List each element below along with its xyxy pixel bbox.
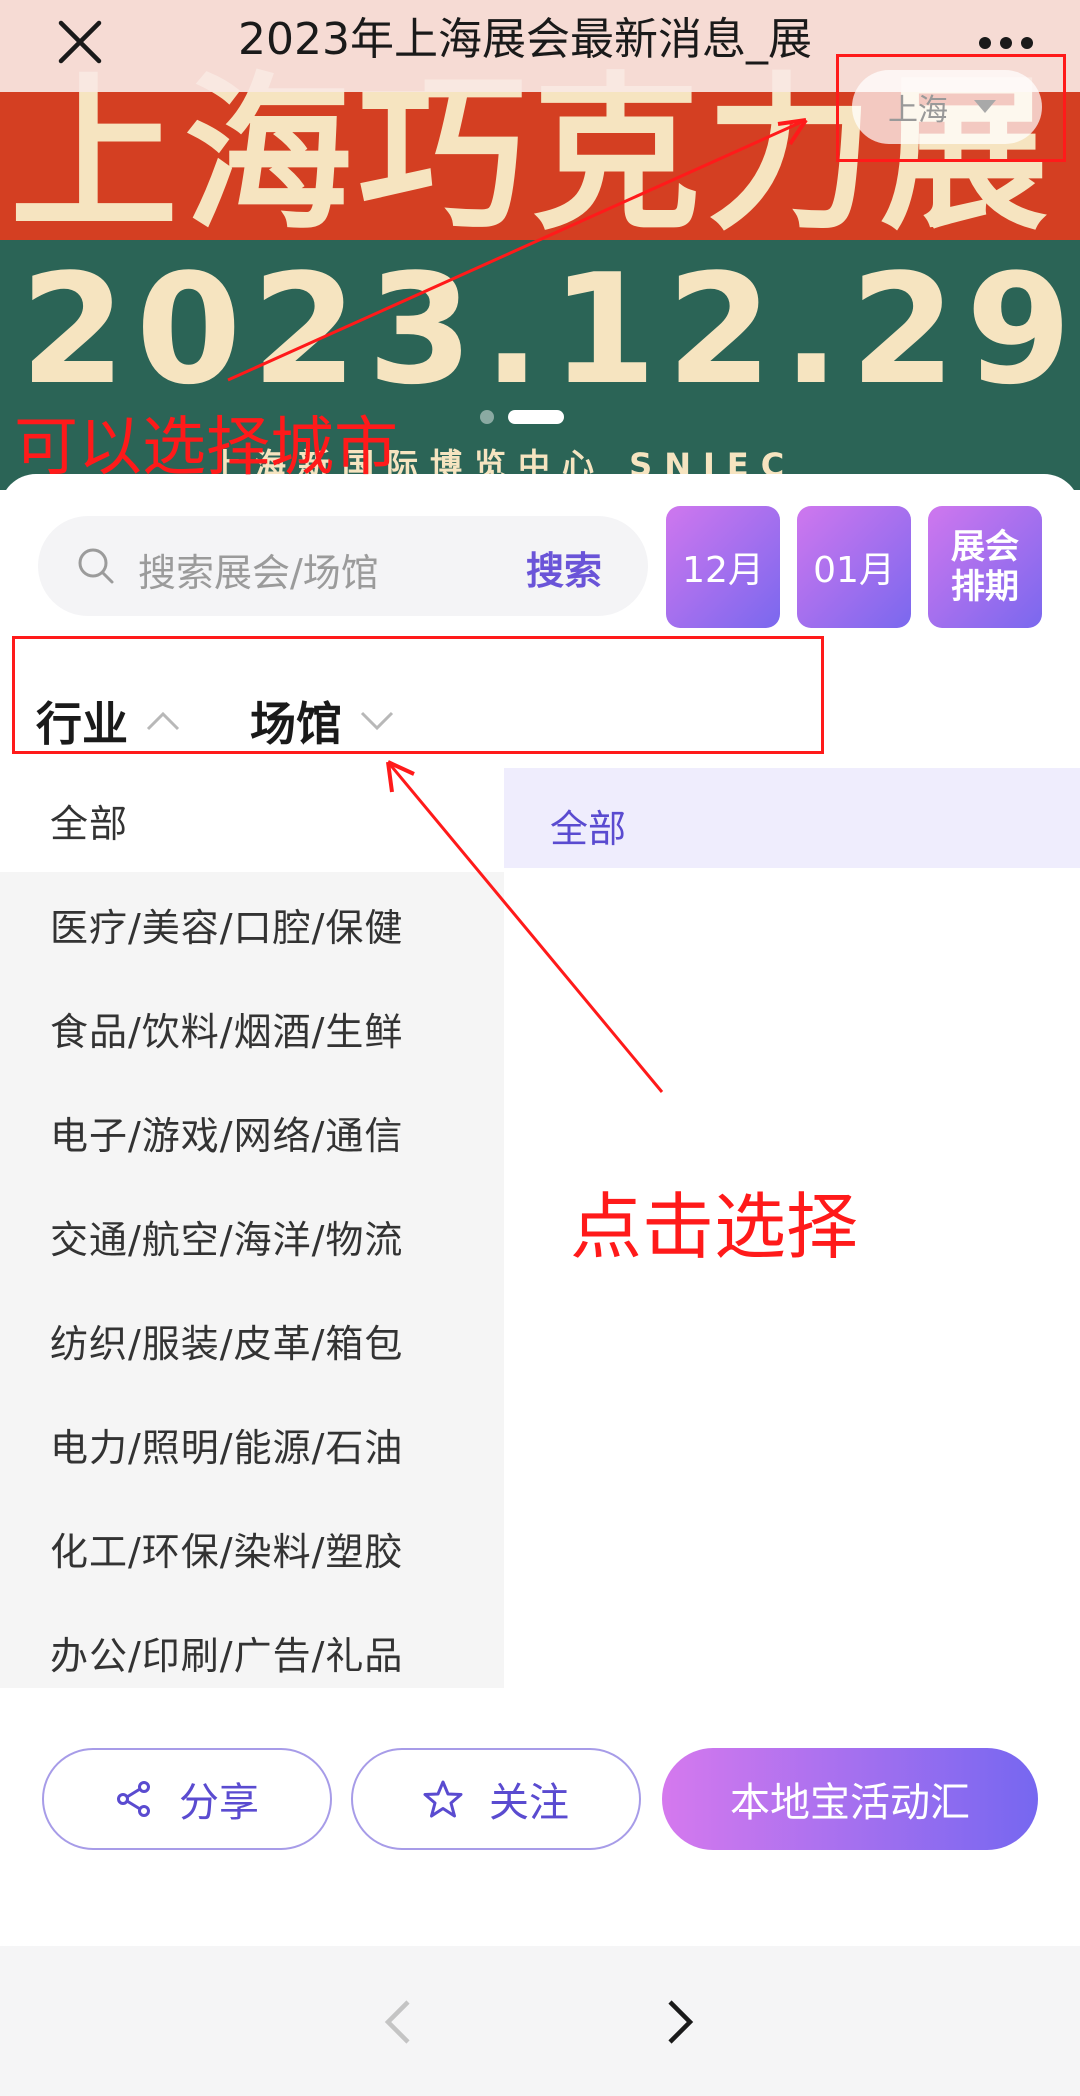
industry-item[interactable]: 食品/饮料/烟酒/生鲜 <box>0 976 504 1080</box>
carousel-dot-active[interactable] <box>508 410 564 424</box>
banner-date: 2023.12.29~31 <box>20 241 1080 418</box>
close-icon[interactable] <box>50 12 110 72</box>
local-events-button[interactable]: 本地宝活动汇 <box>662 1748 1038 1850</box>
follow-button[interactable]: 关注 <box>351 1748 641 1850</box>
star-icon <box>423 1780 463 1818</box>
share-icon <box>117 1781 150 1817</box>
carousel-dots <box>480 410 564 424</box>
industry-list: 全部 医疗/美容/口腔/保健 食品/饮料/烟酒/生鲜 电子/游戏/网络/通信 交… <box>0 768 504 1688</box>
search-input[interactable]: 搜索展会/场馆 <box>138 542 379 597</box>
schedule-label-2: 排期 <box>951 567 1019 607</box>
annotation-click-hint: 点击选择 <box>570 1185 859 1269</box>
industry-item[interactable]: 纺织/服装/皮革/箱包 <box>0 1288 504 1392</box>
subcategory-item-selected[interactable]: 全部 <box>504 768 1080 868</box>
annotation-city-hint: 可以选择城市 <box>14 411 398 485</box>
industry-item-all[interactable]: 全部 <box>0 768 504 872</box>
page-title: 2023年上海展会最新消息_展 <box>238 14 812 65</box>
carousel-dot[interactable] <box>480 410 494 424</box>
month-chip-jan[interactable]: 01月 <box>797 506 911 628</box>
industry-item[interactable]: 电力/照明/能源/石油 <box>0 1392 504 1496</box>
schedule-button[interactable]: 展会 排期 <box>928 506 1042 628</box>
share-button[interactable]: 分享 <box>42 1748 332 1850</box>
search-button[interactable]: 搜索 <box>526 540 602 595</box>
follow-label: 关注 <box>489 1780 569 1826</box>
industry-item[interactable]: 医疗/美容/口腔/保健 <box>0 872 504 976</box>
browser-footer <box>0 1946 1080 2096</box>
back-arrow-icon[interactable] <box>378 1998 418 2050</box>
month-chip-dec[interactable]: 12月 <box>666 506 780 628</box>
annotation-box-filters <box>12 636 824 754</box>
industry-item[interactable]: 电子/游戏/网络/通信 <box>0 1080 504 1184</box>
industry-item[interactable]: 化工/环保/染料/塑胶 <box>0 1496 504 1600</box>
industry-item[interactable]: 交通/航空/海洋/物流 <box>0 1184 504 1288</box>
industry-item[interactable]: 办公/印刷/广告/礼品 <box>0 1600 504 1704</box>
search-bar[interactable]: 搜索展会/场馆 搜索 <box>38 516 648 616</box>
subcategory-label: 全部 <box>550 807 627 851</box>
schedule-label-1: 展会 <box>951 527 1019 567</box>
share-label: 分享 <box>179 1780 259 1826</box>
annotation-box-city <box>836 54 1066 162</box>
search-icon <box>76 546 116 590</box>
forward-arrow-icon[interactable] <box>660 1998 700 2050</box>
